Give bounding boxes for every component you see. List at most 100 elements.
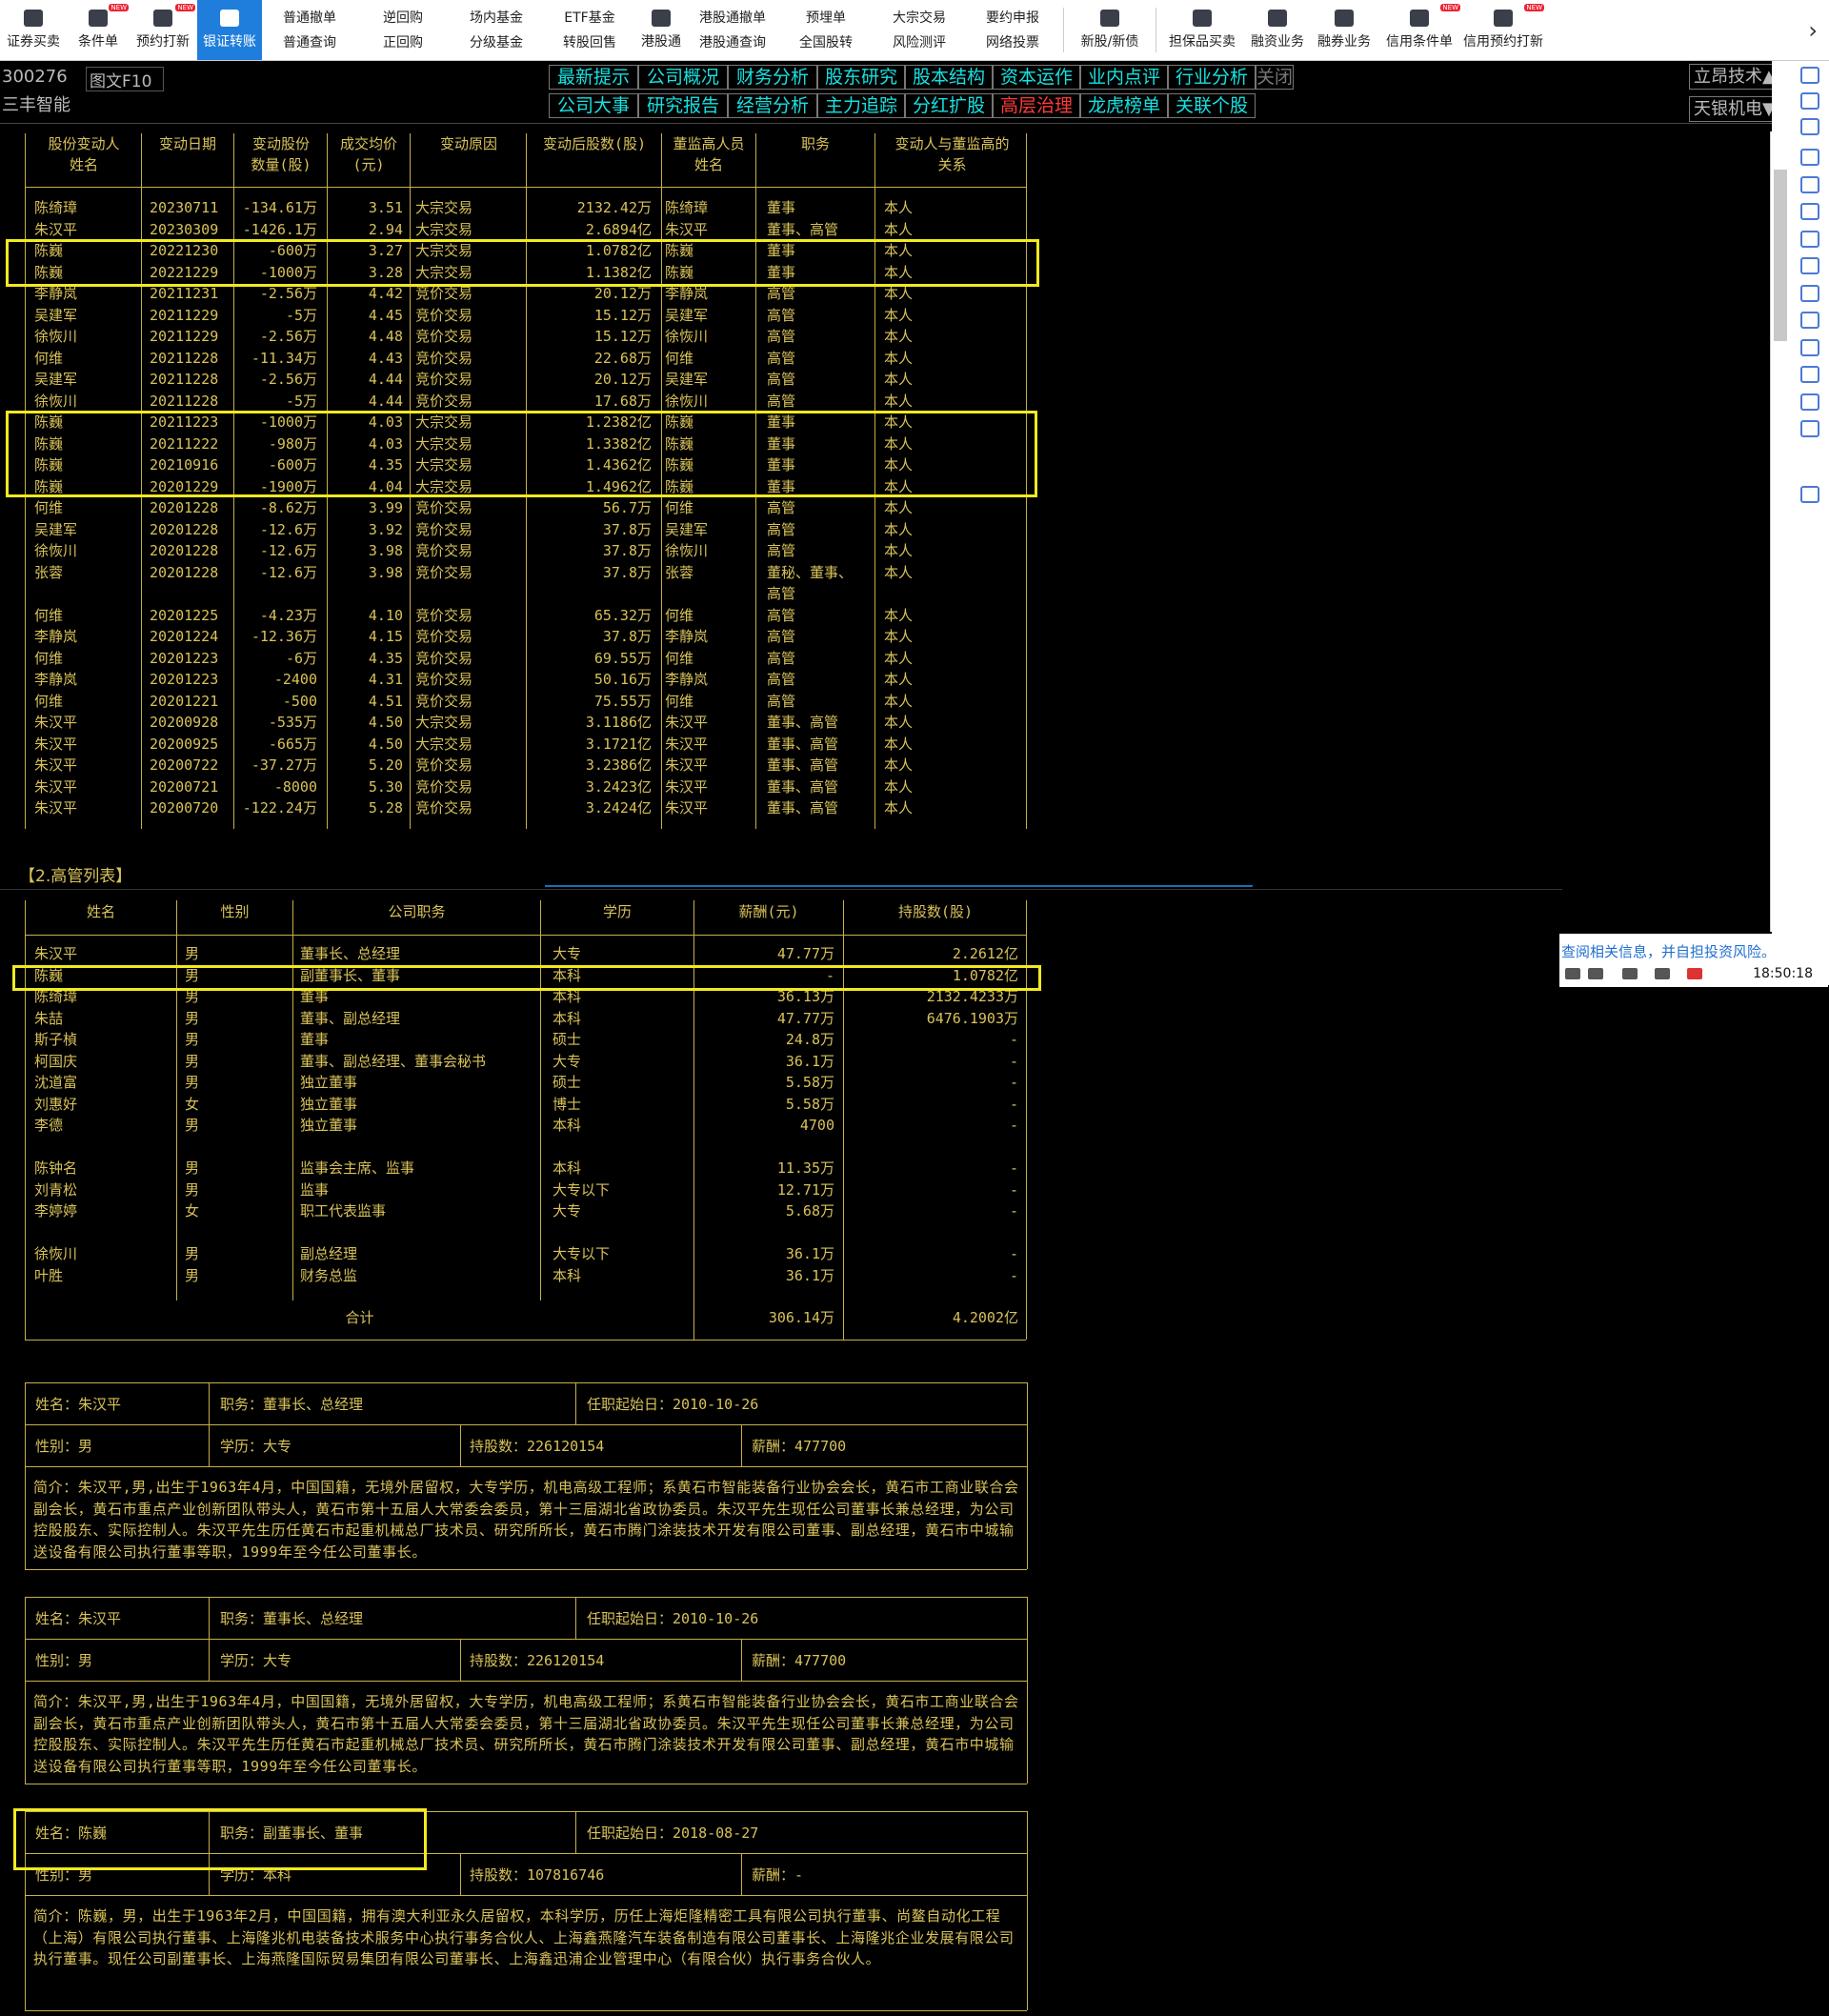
pin-icon[interactable] — [1655, 968, 1670, 979]
table-cell: 37.8万 — [602, 542, 652, 559]
toolbar-item[interactable]: 场内基金 — [470, 6, 523, 30]
table-row: 朱喆 男 董事、副总经理 本科 47.77万 6476.1903万 — [0, 1008, 1029, 1029]
scrollbar-thumb[interactable] — [1774, 170, 1787, 341]
prev-stock-select[interactable]: 立昂技术▲ — [1689, 64, 1784, 90]
credit-ipo-button[interactable]: NEW 信用预约打新 — [1462, 0, 1544, 60]
chart-button[interactable]: 证券买卖 — [1, 0, 66, 60]
finance-button[interactable]: 融资业务 — [1245, 0, 1310, 60]
table-cell: 斯子楨 — [34, 1031, 78, 1048]
table-cell: 朱汉平 — [665, 756, 709, 774]
settings-icon[interactable] — [1800, 485, 1819, 503]
f10-tab[interactable]: 行业分析 — [1168, 65, 1256, 90]
toolbar-item[interactable]: 大宗交易 — [893, 6, 946, 30]
f10-tab[interactable]: 关联个股 — [1168, 93, 1256, 118]
table-cell: 陈绮璋 — [34, 199, 78, 216]
table-cell: 大专 — [553, 945, 582, 962]
trade-toolbar: 证券买卖 NEW 条件单 NEW 预约打新 银证转账 普通撤单 普通查询 逆回购 正回购 场内基金分… — [0, 0, 1829, 61]
table-cell: 20201228 — [150, 542, 219, 559]
toolbar-item[interactable]: 港股通查询 — [699, 30, 766, 55]
table-cell: 高管 — [767, 606, 796, 624]
list-icon[interactable] — [1800, 257, 1819, 274]
fx-icon[interactable] — [1800, 393, 1819, 411]
table-cell: 2.6894亿 — [585, 220, 652, 238]
table-cell: 4.45 — [368, 306, 403, 324]
calendar-button[interactable]: NEW 预约打新 — [131, 0, 195, 60]
next-stock-select[interactable]: 天银机电▼ — [1689, 96, 1784, 122]
hk-connect-button[interactable]: 港股通 — [637, 0, 685, 60]
column-header: 成交均价 — [339, 135, 397, 152]
toolbar-item[interactable]: ETF基金 — [564, 6, 614, 30]
chart-icon[interactable] — [1622, 968, 1638, 979]
new-stock-button[interactable]: 新股/新债 — [1069, 0, 1151, 60]
report-icon[interactable] — [1800, 312, 1819, 329]
f10-tab[interactable]: 关闭 — [1256, 65, 1294, 90]
toolbar-item[interactable]: 全国股转 — [799, 30, 853, 55]
toolbar-pair: 逆回购 正回购 — [356, 0, 450, 60]
scrollbar[interactable] — [1770, 131, 1789, 932]
f10-tab[interactable]: 最新提示 — [549, 65, 638, 90]
toolbar-item[interactable]: 普通查询 — [283, 30, 336, 55]
toolbar-item[interactable]: 港股通撤单 — [699, 6, 766, 30]
securities-lending-button[interactable]: 融券业务 — [1312, 0, 1377, 60]
alert-icon[interactable] — [1687, 968, 1702, 979]
column-header: 变动原因 — [439, 135, 497, 152]
toolbar-item[interactable]: 转股回售 — [563, 30, 616, 55]
new-badge: NEW — [175, 4, 195, 11]
toolbar-item[interactable]: 逆回购 — [383, 6, 423, 30]
grid-line — [575, 1382, 576, 1424]
chevron-right-icon[interactable]: › — [1808, 17, 1818, 44]
credit-condition-button[interactable]: NEW 信用条件单 — [1378, 0, 1460, 60]
f10-tab[interactable]: 研究报告 — [638, 93, 728, 118]
table-cell: 竞价交易 — [415, 777, 473, 796]
f10-tab[interactable]: 龙虎榜单 — [1080, 93, 1168, 118]
f10-tab[interactable]: 经营分析 — [728, 93, 817, 118]
table-cell: 董事、高管 — [767, 799, 839, 816]
f10-tab[interactable]: 股本结构 — [905, 65, 993, 90]
table-cell: 财务总监 — [300, 1266, 358, 1284]
candle-icon[interactable] — [1800, 230, 1819, 248]
f10-button[interactable]: 图文F10 — [86, 67, 164, 91]
toolbar-item[interactable]: 正回购 — [383, 30, 423, 55]
column-header: (元) — [352, 156, 385, 173]
divider — [0, 123, 1777, 124]
table-cell: 本人 — [884, 520, 914, 538]
f10-tab[interactable]: 股东研究 — [817, 65, 905, 90]
pdf-icon[interactable] — [1800, 338, 1819, 356]
f10-tab[interactable]: 高层治理 — [993, 93, 1080, 118]
table-cell: 本人 — [884, 606, 914, 624]
fund-icon[interactable] — [1800, 284, 1819, 302]
toolbar-item[interactable]: 网络投票 — [986, 30, 1039, 55]
table-cell: 竞价交易 — [415, 606, 473, 624]
f10-tab[interactable]: 分红扩股 — [905, 93, 993, 118]
f10-tab[interactable]: 业内点评 — [1080, 65, 1168, 90]
document-button[interactable]: NEW 条件单 — [68, 0, 129, 60]
profile-card: 姓名：朱汉平 职务：董事长、总经理 任职起始日：2010-10-26 性别：男 学历：大… — [25, 1597, 1028, 1784]
table-row: 沈道富 男 独立董事 硕士 5.58万 - — [0, 1072, 1029, 1093]
f10-tab[interactable]: 资本运作 — [993, 65, 1080, 90]
line-chart-icon[interactable] — [1800, 203, 1819, 220]
grid-icon[interactable] — [1800, 175, 1819, 193]
keyboard-icon[interactable] — [1588, 968, 1603, 979]
tray-icon[interactable] — [1565, 968, 1580, 979]
f10-tab[interactable]: 主力追踪 — [817, 93, 905, 118]
shield-button[interactable]: 担保品买卖 — [1161, 0, 1243, 60]
table-cell: 朱汉平 — [34, 799, 78, 816]
toolbar-item[interactable]: 分级基金 — [470, 30, 523, 55]
transfer-button[interactable]: 银证转账 — [197, 0, 262, 60]
circle-icon[interactable] — [1800, 420, 1819, 437]
toolbar-item[interactable]: 预埋单 — [806, 6, 846, 30]
f10-tab[interactable]: 财务分析 — [728, 65, 817, 90]
table-cell: 高管 — [767, 328, 796, 345]
table-cell: 本人 — [884, 628, 914, 645]
toolbar-item[interactable]: 要约申报 — [986, 6, 1039, 30]
up-arrow-icon[interactable] — [1800, 92, 1819, 110]
down-arrow-icon[interactable] — [1800, 118, 1819, 135]
f10-tab[interactable]: 公司大事 — [549, 93, 638, 118]
table-cell: 2.94 — [368, 220, 403, 238]
f10-icon[interactable] — [1800, 149, 1819, 166]
back-arrow-icon[interactable] — [1800, 67, 1819, 84]
toolbar-item[interactable]: 普通撤单 — [283, 6, 336, 30]
f12-icon[interactable] — [1800, 366, 1819, 383]
f10-tab[interactable]: 公司概况 — [638, 65, 728, 90]
toolbar-item[interactable]: 风险测评 — [893, 30, 946, 55]
